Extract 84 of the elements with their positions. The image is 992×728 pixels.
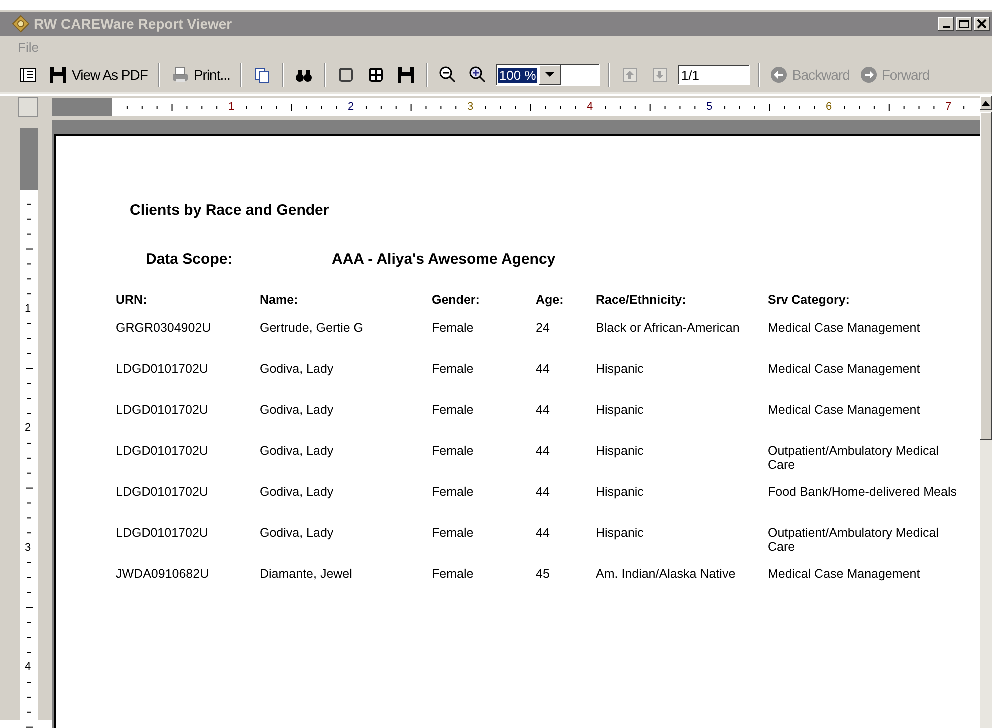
table-cell-text: Medical Case Management [768,320,922,337]
ruler-number: 4 [587,101,594,113]
ruler-number: 3 [25,542,32,554]
table-cell-text: GRGR0304902U [116,320,212,337]
maximize-button[interactable] [956,17,972,31]
window-title: RW CAREWare Report Viewer [34,16,234,32]
table-cell-text: 44 [536,484,551,501]
table-cell-text: Godiva, Lady [260,402,335,419]
column-header: Age: [536,292,565,309]
table-cell-text: Female [432,484,475,501]
table-cell-text: Medical Case Management [768,361,922,378]
report-title: Clients by Race and Gender [130,202,330,219]
close-button[interactable] [974,17,990,31]
table-cell-text: 45 [536,566,551,583]
table-cell-text: Diamante, Jewel [260,566,354,583]
table-cell-text: Female [432,402,475,419]
zoom-out-icon [438,65,458,85]
table-cell-text: LDGD0101702U [116,484,210,501]
up-arrow-icon [982,100,990,106]
ruler-corner [18,97,38,117]
ruler-margin [52,98,112,116]
ruler-number: 2 [348,101,354,113]
table-cell-text: Hispanic [596,525,645,542]
table-cell-text: Outpatient/Ambulatory Medical Care [768,443,940,474]
column-header: URN: [116,292,148,309]
table-cell-text: Medical Case Management [768,402,922,419]
table-cell-text: Godiva, Lady [260,361,335,378]
table-cell-text: 44 [536,361,551,378]
print-button[interactable]: Print... [168,63,232,87]
ruler-number: 6 [826,101,832,113]
app-logo-icon [12,15,30,33]
column-header: Srv Category: [768,292,851,309]
column-header: Gender: [432,292,481,309]
zoom-in-icon [468,65,488,85]
table-cell-text: Gertrude, Gertie G [260,320,365,337]
view-as-pdf-button[interactable]: View As PDF [46,63,150,87]
table-cell-text: Female [432,525,475,542]
ruler-number: 5 [706,101,713,113]
table-cell-text: Godiva, Lady [260,443,335,460]
column-header: Race/Ethnicity: [596,292,688,309]
table-cell-text: Hispanic [596,361,645,378]
table-cell-text: Food Bank/Home-delivered Meals [768,484,958,501]
table-cell-text: Medical Case Management [768,566,922,583]
ruler-number: 1 [25,302,32,314]
ruler-margin [20,128,38,190]
table-cell-text: Hispanic [596,402,645,419]
table-cell-text: Female [432,443,475,460]
table-cell-text: 24 [536,320,551,337]
table-cell-text: LDGD0101702U [116,402,210,419]
scrollbar-thumb[interactable] [980,112,992,440]
scroll-up-button[interactable] [980,96,992,110]
table-cell-text: LDGD0101702U [116,443,210,460]
table-cell-text: LDGD0101702U [116,361,210,378]
table-cell-text: Female [432,320,475,337]
data-scope-label: Data Scope: [146,251,234,268]
table-cell-text: Godiva, Lady [260,484,335,501]
dropdown-arrow-icon [545,72,556,78]
table-cell-text: Am. Indian/Alaska Native [596,566,737,583]
table-cell-text: LDGD0101702U [116,525,210,542]
ruler-number: 3 [468,101,474,113]
ruler-number: 4 [25,661,32,673]
table-cell-text: Female [432,566,475,583]
minimize-button[interactable] [938,17,954,31]
data-scope-value: AAA - Aliya's Awesome Agency [332,251,556,268]
table-cell-text: 44 [536,443,551,460]
table-cell-text: Female [432,361,475,378]
table-cell-text: 44 [536,525,551,542]
close-icon [975,18,989,30]
maximize-icon [957,18,971,30]
minimize-icon [942,26,950,28]
zoom-dropdown[interactable]: 100 % [496,64,600,86]
page-number-field[interactable]: 1/1 [678,65,750,85]
column-header: Name: [260,292,300,309]
table-cell-text: 44 [536,402,551,419]
table-cell-text: Godiva, Lady [260,525,335,542]
ruler-number: 7 [946,101,952,113]
table-cell-text: Outpatient/Ambulatory Medical Care [768,525,940,556]
table-cell-text: Hispanic [596,484,645,501]
table-cell-text: Hispanic [596,443,645,460]
table-cell-text: Black or African-American [596,320,741,337]
table-cell-text: JWDA0910682U [116,566,210,583]
sidebar-toggle-icon [18,65,38,85]
ruler-number: 1 [228,101,235,113]
ruler-number: 2 [25,422,32,434]
